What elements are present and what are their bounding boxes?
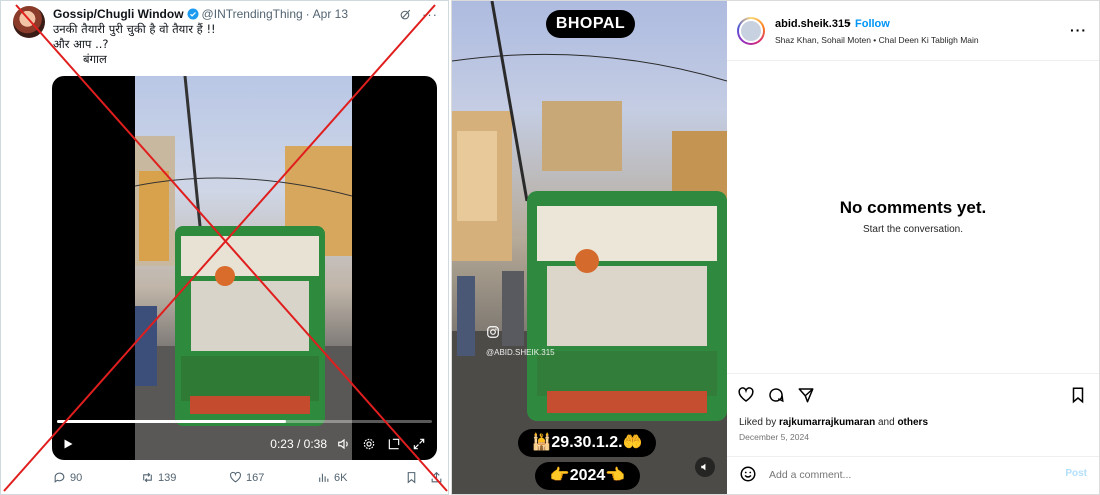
liked-by-prefix: Liked by [739,417,777,428]
heart-icon [230,471,241,483]
fullscreen-icon[interactable] [412,437,426,451]
city-label: BHOPAL [546,10,635,38]
liked-by-user[interactable]: rajkumarrajkumaran [779,417,875,428]
author-username[interactable]: abid.sheik.315 [775,18,850,30]
video-time: 0:23 / 0:38 [270,437,327,451]
add-comment-input[interactable] [769,465,1049,485]
repost-action[interactable]: 139 [141,471,229,484]
tweet-handle[interactable]: @INTrendingThing [202,7,303,21]
tweet-display-name[interactable]: Gossip/Chugli Window [53,7,184,21]
play-icon[interactable] [62,438,74,450]
no-comments-subtitle: Start the conversation. [862,224,964,235]
truck-scene-illustration [135,76,352,460]
like-action[interactable]: 167 [229,471,317,484]
post-date: December 5, 2024 [739,432,809,442]
tweet-card: Gossip/Chugli Window @INTrendingThing · … [0,0,449,495]
date-label: 🕌29.30.1.2.🤲 [518,429,656,457]
reel-watermark: @ABID.SHEIK.315 [486,348,555,357]
post-side-panel: abid.sheik.315 • Follow Shaz Khan, Sohai… [727,1,1099,494]
heart-icon[interactable] [737,386,755,404]
truck-scene-illustration [452,1,727,494]
tweet-text-line: और आप ..? [53,37,109,51]
tweet-avatar[interactable] [13,6,45,38]
add-comment-bar: Post [727,456,1099,494]
reel-video[interactable]: BHOPAL @ABID.SHEIK.315 🕌29.30.1.2.🤲 👉202… [452,1,727,494]
tweet-stats-bar: 90 139 167 6K [53,471,443,484]
instagram-post: BHOPAL @ABID.SHEIK.315 🕌29.30.1.2.🤲 👉202… [451,0,1100,495]
tweet-tail-actions [405,471,443,484]
liked-by-others[interactable]: others [897,417,928,428]
more-options-icon[interactable]: ··· [422,8,438,21]
header-separator: • [847,18,851,30]
post-actions: Liked by rajkumarrajkumaran and others D… [727,373,1099,463]
tweet-text: उनकी तैयारी पुरी चुकी है वो तैयार हैं !!… [53,22,216,67]
reply-count: 90 [70,471,83,484]
repost-icon [143,472,152,483]
video-controls: 0:23 / 0:38 [52,434,437,454]
save-bookmark-icon[interactable] [1069,386,1087,404]
views-chart-icon [319,473,329,482]
tweet-header: Gossip/Chugli Window @INTrendingThing · … [53,6,438,22]
more-options-icon[interactable]: ··· [1070,23,1087,37]
liked-by-text: Liked by rajkumarrajkumaran and others [739,417,928,428]
post-audio-subtitle[interactable]: Shaz Khan, Sohail Moten • Chal Deen Ki T… [775,35,979,45]
tweet-video-player[interactable]: 0:23 / 0:38 [52,76,437,460]
year-label: 👉2024👈 [535,462,640,490]
like-count: 167 [246,471,265,484]
no-comments-title: No comments yet. [839,198,987,217]
views-count: 6K [334,471,348,484]
follow-button[interactable]: Follow [855,18,890,30]
audio-toggle-button[interactable] [695,457,715,477]
share-send-icon[interactable] [797,386,815,404]
share-icon[interactable] [430,471,443,484]
verified-badge-icon [187,8,199,20]
picture-in-picture-icon[interactable] [387,437,401,451]
speaker-icon [701,463,706,471]
tweet-text-line: बंगाल [83,52,107,66]
tweet-separator: · [305,7,310,21]
views-action[interactable]: 6K [317,471,403,484]
video-progress-bar[interactable] [57,420,432,423]
emoji-icon[interactable] [739,465,757,483]
repost-count: 139 [158,471,177,484]
liked-by-middle: and [877,417,895,428]
reply-icon [54,472,65,483]
video-progress-fill [57,420,286,423]
reply-action[interactable]: 90 [53,471,141,484]
instagram-watermark-icon [487,326,499,338]
post-header: abid.sheik.315 • Follow Shaz Khan, Sohai… [727,1,1099,61]
bookmark-icon[interactable] [405,471,418,484]
grok-icon[interactable] [399,8,412,21]
tweet-date[interactable]: Apr 13 [313,7,348,21]
tweet-header-actions: ··· [399,8,438,21]
post-comment-button[interactable]: Post [1065,468,1087,479]
tweet-text-line: उनकी तैयारी पुरी चुकी है वो तैयार हैं !! [53,22,216,36]
settings-gear-icon[interactable] [362,437,376,451]
volume-icon[interactable] [337,437,351,451]
video-frame [135,76,352,460]
comment-icon[interactable] [767,386,785,404]
author-avatar[interactable] [737,17,765,45]
